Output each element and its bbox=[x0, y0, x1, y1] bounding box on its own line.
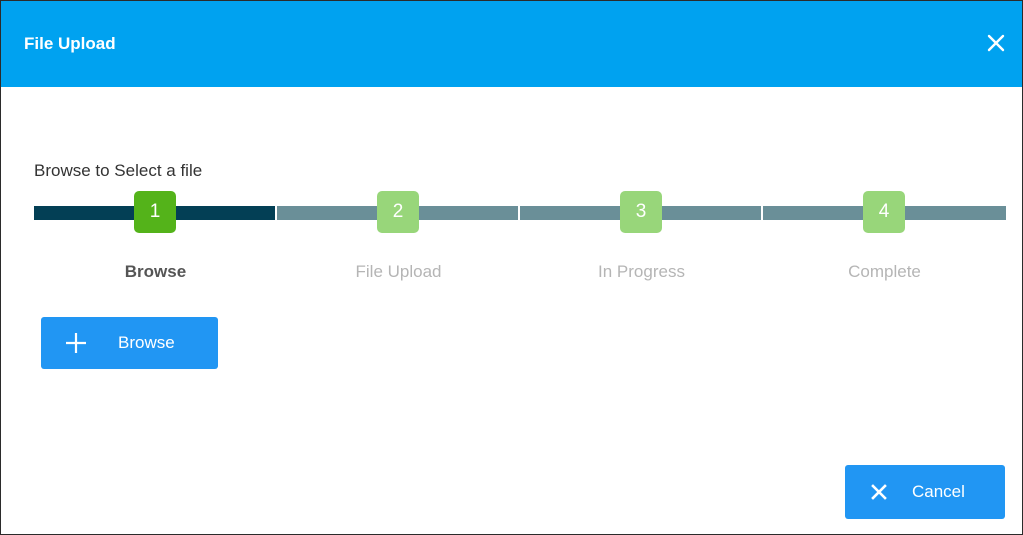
upload-stepper: 1 2 3 4 bbox=[34, 189, 1006, 237]
dialog-title: File Upload bbox=[24, 34, 116, 53]
plus-icon bbox=[66, 333, 86, 353]
step-2-label: File Upload bbox=[355, 262, 442, 281]
file-upload-dialog: File Upload Browse to Select a file 1 2 … bbox=[0, 0, 1023, 535]
step-caption: Browse to Select a file bbox=[34, 161, 203, 180]
step-1-number: 1 bbox=[134, 191, 176, 233]
cancel-button[interactable]: Cancel bbox=[845, 465, 1005, 519]
close-icon bbox=[871, 484, 887, 500]
browse-button[interactable]: Browse bbox=[41, 317, 218, 369]
dialog-header: File Upload bbox=[1, 1, 1022, 87]
step-1-label: Browse bbox=[124, 262, 187, 281]
step-4-number: 4 bbox=[863, 191, 905, 233]
step-2-number: 2 bbox=[377, 191, 419, 233]
step-3-label: In Progress bbox=[598, 262, 685, 281]
step-3-number: 3 bbox=[620, 191, 662, 233]
close-icon bbox=[987, 34, 1005, 52]
step-4-label: Complete bbox=[848, 262, 921, 281]
cancel-button-label: Cancel bbox=[912, 482, 965, 501]
browse-button-label: Browse bbox=[118, 333, 175, 352]
close-button[interactable] bbox=[984, 31, 1008, 55]
